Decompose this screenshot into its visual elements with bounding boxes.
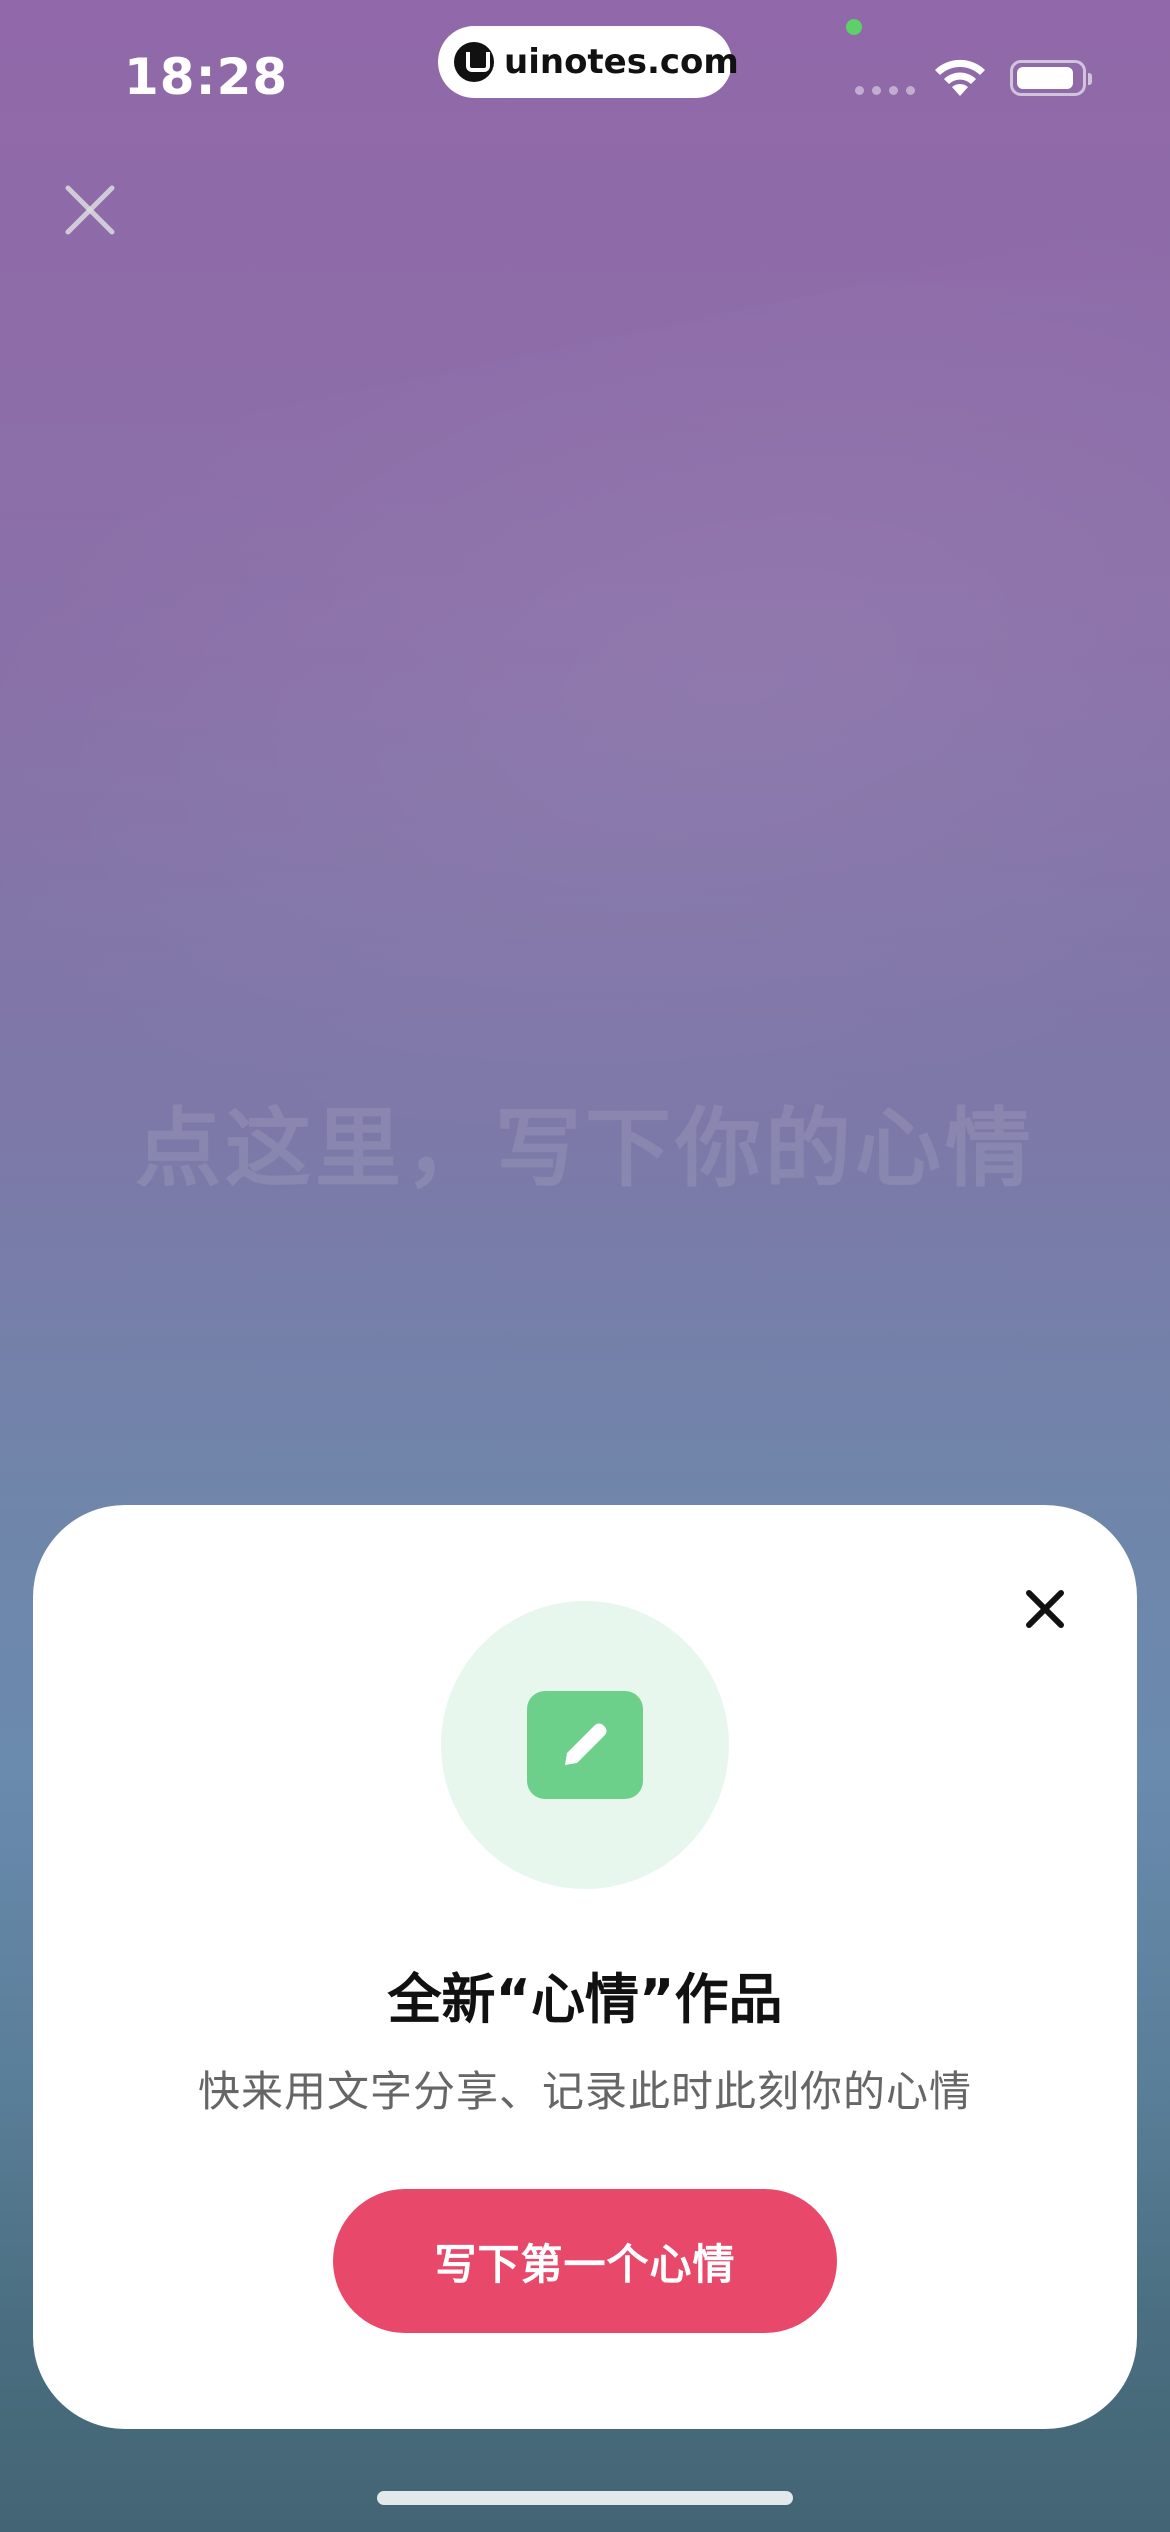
sheet-title: 全新“心情”作品 [387,1968,783,2031]
mood-editor-screen: 18:28 uinotes.com 点这里，写下你的心情 全新“心情”作品 快来… [0,0,1170,2532]
feature-icon-badge [441,1601,729,1889]
background-sheen [0,193,1170,1407]
status-bar: 18:28 uinotes.com [0,0,1170,140]
wifi-icon [935,59,985,96]
new-feature-sheet: 全新“心情”作品 快来用文字分享、记录此时此刻你的心情 写下第一个心情 [33,1505,1137,2429]
pencil-icon [527,1691,643,1799]
url-text: uinotes.com [504,42,739,82]
uinotes-logo-icon [454,42,494,82]
sheet-subtitle: 快来用文字分享、记录此时此刻你的心情 [197,2067,972,2116]
battery-icon [1010,60,1092,96]
mood-input-placeholder[interactable]: 点这里，写下你的心情 [0,1078,1170,1203]
privacy-indicator-dot [846,19,862,35]
write-first-mood-button[interactable]: 写下第一个心情 [333,2189,837,2333]
status-time: 18:28 [124,48,289,106]
close-icon[interactable] [1021,1585,1069,1633]
close-icon[interactable] [60,180,120,240]
cellular-signal-icon [855,86,915,95]
url-pill[interactable]: uinotes.com [438,26,739,98]
home-indicator[interactable] [377,2491,793,2505]
